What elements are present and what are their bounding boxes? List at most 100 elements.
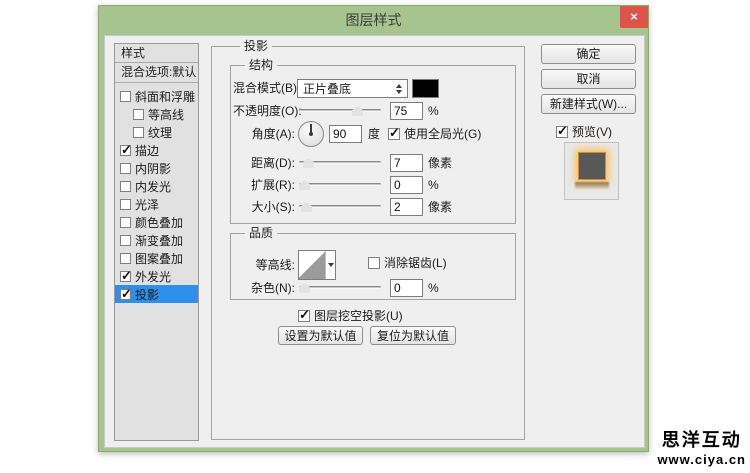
noise-unit: % [428, 281, 439, 295]
preview-layer-square [577, 152, 606, 180]
use-global-light-label: 使用全局光(G) [404, 127, 482, 141]
sidebar-item-label: 光泽 [135, 197, 160, 212]
dialog-titlebar[interactable]: 图层样式 × [99, 6, 648, 35]
watermark-url: www.ciya.cn [657, 452, 746, 467]
sidebar-item[interactable]: 颜色叠加 [115, 213, 198, 231]
sidebar-item-label: 颜色叠加 [135, 215, 184, 230]
opacity-slider-thumb[interactable] [352, 106, 363, 116]
new-style-button[interactable]: 新建样式(W)... [541, 94, 636, 114]
sidebar-item[interactable]: 内发光 [115, 177, 198, 195]
sidebar-item-checkbox[interactable] [120, 252, 131, 264]
sidebar-item-label: 渐变叠加 [135, 233, 184, 248]
preview-drop-shadow [574, 182, 609, 189]
spread-slider-track[interactable] [299, 183, 381, 186]
size-unit: 像素 [428, 200, 453, 214]
distance-label: 距离(D): [251, 156, 295, 170]
size-input[interactable] [390, 198, 423, 216]
sidebar-item[interactable]: 外发光 [115, 267, 198, 285]
sidebar-item-label: 图案叠加 [135, 251, 184, 266]
spread-slider[interactable] [299, 179, 381, 191]
structure-group: 结构 混合模式(B): 正片叠底 不透明度(O): % 角度(A): 度 使 [230, 58, 516, 224]
size-slider-thumb[interactable] [301, 202, 312, 212]
sidebar-item[interactable]: 等高线 [115, 105, 198, 123]
sidebar-item[interactable]: 光泽 [115, 195, 198, 213]
distance-unit: 像素 [428, 156, 453, 170]
spread-input[interactable] [390, 176, 423, 194]
drop-shadow-panel: 投影 结构 混合模式(B): 正片叠底 不透明度(O): % 角度(A): [211, 39, 525, 440]
quality-group-title: 品质 [245, 226, 278, 240]
sidebar-item-checkbox[interactable] [120, 268, 132, 284]
noise-label: 杂色(N): [251, 281, 295, 295]
cancel-button[interactable]: 取消 [541, 69, 636, 89]
opacity-unit: % [428, 104, 439, 118]
noise-slider[interactable] [299, 282, 381, 294]
reset-default-button[interactable]: 复位为默认值 [370, 326, 456, 345]
set-default-button[interactable]: 设置为默认值 [278, 326, 363, 345]
sidebar-item-checkbox[interactable] [120, 216, 131, 228]
layer-knockout-checkbox[interactable] [298, 307, 310, 323]
sidebar-item[interactable]: 斜面和浮雕 [115, 87, 198, 105]
sidebar-item-checkbox[interactable] [133, 108, 144, 120]
close-icon: × [630, 9, 638, 24]
sidebar-item-checkbox[interactable] [120, 142, 132, 158]
sidebar-item-label: 描边 [135, 143, 160, 158]
noise-input[interactable] [390, 279, 423, 297]
size-label: 大小(S): [251, 200, 295, 214]
angle-unit: 度 [368, 127, 381, 141]
use-global-light-checkbox[interactable] [388, 125, 400, 141]
sidebar-item-checkbox[interactable] [120, 198, 131, 210]
contour-label: 等高线: [255, 258, 295, 272]
sidebar-item-label: 纹理 [148, 125, 173, 140]
sidebar-item-label: 外发光 [135, 269, 172, 284]
opacity-input[interactable] [390, 102, 423, 120]
spread-unit: % [428, 178, 439, 192]
distance-slider[interactable] [299, 157, 381, 169]
style-list-items: 斜面和浮雕 等高线 纹理 描边 内阴影 内发光 光泽 颜色叠加 渐变叠加 图案叠… [115, 83, 198, 303]
sidebar-item-checkbox[interactable] [120, 162, 131, 174]
sidebar-item-checkbox[interactable] [120, 286, 132, 302]
quality-group: 品质 等高线: 消除锯齿(L) 杂色(N): % [230, 226, 516, 300]
angle-input[interactable] [329, 125, 362, 143]
sidebar-item[interactable]: 图案叠加 [115, 249, 198, 267]
angle-label: 角度(A): [251, 127, 295, 141]
spread-label: 扩展(R): [251, 178, 295, 192]
blend-mode-select[interactable]: 正片叠底 [297, 79, 408, 98]
sidebar-item-checkbox[interactable] [120, 90, 131, 102]
sidebar-item[interactable]: 描边 [115, 141, 198, 159]
ok-button[interactable]: 确定 [541, 44, 636, 64]
sidebar-item-label: 投影 [135, 287, 160, 302]
sidebar-item-label: 内发光 [135, 179, 172, 194]
sidebar-item-label: 内阴影 [135, 161, 172, 176]
distance-input[interactable] [390, 154, 423, 172]
preview-checkbox[interactable] [556, 123, 568, 139]
style-list-header: 样式 [115, 44, 198, 63]
noise-slider-thumb[interactable] [299, 283, 310, 293]
dialog-title: 图层样式 [345, 12, 402, 28]
sidebar-item[interactable]: 渐变叠加 [115, 231, 198, 249]
contour-picker[interactable] [298, 250, 336, 280]
sidebar-item[interactable]: 内阴影 [115, 159, 198, 177]
distance-slider-thumb[interactable] [303, 158, 314, 168]
anti-alias-checkbox[interactable] [368, 257, 380, 269]
opacity-slider-track[interactable] [299, 109, 381, 112]
shadow-color-swatch[interactable] [412, 79, 439, 98]
noise-slider-track[interactable] [299, 286, 381, 289]
sidebar-item[interactable]: 纹理 [115, 123, 198, 141]
opacity-slider[interactable] [299, 105, 381, 117]
close-button[interactable]: × [620, 6, 648, 28]
blend-mode-value: 正片叠底 [303, 82, 352, 96]
size-slider[interactable] [299, 201, 381, 213]
spread-slider-thumb[interactable] [299, 180, 310, 190]
sidebar-item-checkbox[interactable] [120, 180, 131, 192]
style-list: 样式 混合选项:默认 斜面和浮雕 等高线 纹理 描边 内阴影 内发光 光泽 颜色… [114, 43, 199, 441]
effect-preview-thumbnail [564, 142, 619, 200]
contour-dropdown-arrow[interactable] [326, 251, 335, 279]
sidebar-item-checkbox[interactable] [133, 126, 144, 138]
sidebar-item-blending-options[interactable]: 混合选项:默认 [115, 63, 198, 83]
sidebar-item[interactable]: 投影 [115, 285, 198, 303]
sidebar-item-checkbox[interactable] [120, 234, 131, 246]
preview-toggle[interactable]: 预览(V) [556, 123, 612, 140]
sidebar-item-label: 等高线 [148, 107, 185, 122]
angle-dial[interactable] [298, 121, 324, 147]
updown-arrows-icon [396, 83, 402, 94]
